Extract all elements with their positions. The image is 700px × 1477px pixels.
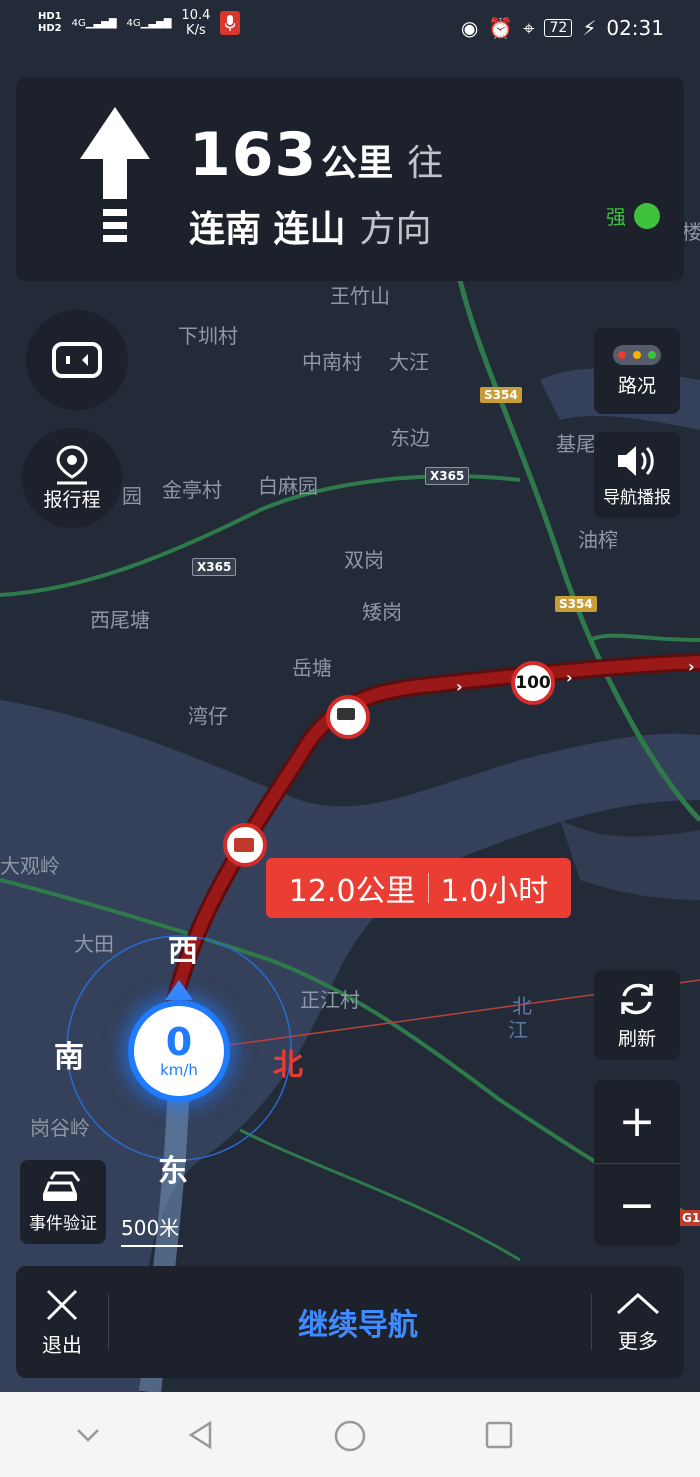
alarm-icon: ⏰ [488,16,514,40]
svg-text:›: › [688,657,695,676]
map-label: 岳塘 [292,656,332,680]
direction-text: 方向 [359,209,432,250]
map-label: 双岗 [344,548,384,572]
signal-1-icon: 4G▁▃▅▇ [71,17,117,29]
river-label: 江 [508,1018,528,1042]
route-tip-time: 1.0小时 [440,874,549,909]
refresh-icon [621,983,653,1014]
close-icon [46,1289,78,1320]
map-label: 楼 [682,220,700,244]
vr-camera-button[interactable] [26,310,128,410]
map-scale: 500米 [121,1212,183,1247]
more-label: 更多 [618,1328,658,1353]
system-nav-bar [0,1392,700,1477]
straight-arrow-icon [80,107,150,242]
eye-icon: ◉ [460,16,479,40]
charging-icon: ⚡ [582,16,597,40]
zoom-out-button[interactable]: − [594,1164,680,1247]
exit-label: 退出 [42,1332,82,1357]
svg-text:›: › [566,668,573,687]
map-label: 大汪 [389,350,429,374]
report-trip-label: 报行程 [43,488,101,511]
satellite-icon [634,202,660,229]
map-label: 油榨 [578,528,618,552]
svg-text:›: › [456,677,463,696]
gps-strength: 强 [606,201,660,230]
map-label: 中南村 [302,350,362,374]
map-label: 矮岗 [362,600,402,624]
map-label: 金亭村 [162,478,222,502]
map-label: 大田 [74,932,114,956]
zoom-controls: + − [594,1080,680,1246]
hide-chevron-icon[interactable] [74,1420,102,1448]
speed-limit-sign: 100 [515,673,551,693]
zoom-in-button[interactable]: + [594,1080,680,1163]
car-crash-icon [42,1171,81,1201]
map-label: 岗谷岭 [30,1116,90,1140]
road-shield: X365 [192,558,237,576]
traffic-label: 路况 [617,374,656,397]
exit-button[interactable]: 退出 [16,1266,108,1378]
map-label: 湾仔 [188,704,228,728]
distance-value: 163 [189,120,318,190]
compass-west: 西 [168,934,198,969]
road-shield: X365 [425,467,470,485]
speed-unit: km/h [160,1061,198,1079]
speaker-icon [618,445,654,476]
voice-label: 导航播报 [603,487,671,508]
voice-broadcast-button[interactable]: 导航播报 [594,432,680,518]
bottom-bar: 退出 继续导航 更多 [16,1266,684,1378]
map-label: 白麻园 [258,474,318,498]
toward-text: 往 [407,143,444,184]
recents-icon[interactable] [484,1420,514,1450]
map-label: 西尾塘 [90,608,150,632]
traffic-light-icon [613,344,661,365]
road-shield: G1 [678,1210,700,1226]
clock: 02:31 [606,16,664,40]
refresh-button[interactable]: 刷新 [594,970,680,1060]
report-trip-button[interactable]: 报行程 [22,428,122,528]
map-label: 正江村 [300,988,360,1012]
network-speed: 10.4 K/s [181,8,211,38]
route-tip[interactable]: 12.0公里 1.0小时 [266,858,571,918]
road-shield: S354 [480,387,522,403]
traffic-button[interactable]: 路况 [594,328,680,414]
map-label: 大观岭 [0,854,60,878]
map-label: 东边 [390,426,430,450]
event-verify-label: 事件验证 [29,1213,97,1234]
speed-value: 0 [165,1020,193,1064]
back-icon[interactable] [186,1420,216,1450]
more-button[interactable]: 更多 [592,1266,684,1378]
refresh-label: 刷新 [617,1027,656,1050]
compass-north: 北 [273,1048,303,1083]
home-icon[interactable] [334,1420,366,1452]
road-names: 连南 连山 [189,209,346,250]
chevron-up-icon [616,1292,660,1314]
distance-line: 163 公里往 [189,120,443,190]
battery-indicator: 72 [544,19,573,37]
hd-indicators: HD1 HD2 [38,11,62,34]
location-pin-icon [56,444,88,484]
map-label: 园 [122,484,142,508]
road-shield: S354 [555,596,597,612]
route-tip-distance: 12.0公里 [288,874,416,909]
route-tip-divider [427,873,429,903]
continue-navigation-button[interactable]: 继续导航 [126,1266,590,1378]
compass-east: 东 [158,1154,188,1189]
status-bar: HD1 HD2 4G▁▃▅▇ 4G▁▃▅▇ 10.4 K/s ◉ ⏰ ⌖ 72 … [0,0,700,60]
location-icon: ⌖ [523,16,535,40]
map-label: 基尾 [556,432,596,456]
road-line: 连南 连山 方向 [189,200,432,252]
camera-icon [52,342,102,378]
speedometer: 0 km/h [128,1000,230,1102]
distance-unit: 公里 [321,143,394,184]
map-label: 王竹山 [330,284,390,308]
compass-south: 南 [54,1040,84,1075]
map-label: 下圳村 [178,324,238,348]
microphone-icon [220,11,241,35]
event-verify-button[interactable]: 事件验证 [20,1160,106,1244]
signal-2-icon: 4G▁▃▅▇ [126,17,172,29]
